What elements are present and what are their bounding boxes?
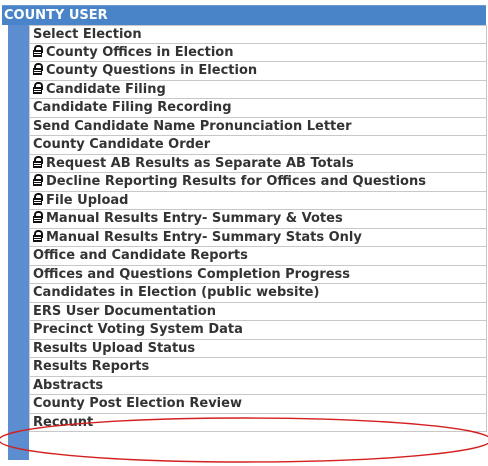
- header-title: COUNTY USER: [4, 8, 108, 23]
- menu-item-county-questions[interactable]: County Questions in Election: [29, 62, 487, 81]
- menu-item-select-election[interactable]: Select Election: [29, 25, 487, 44]
- lock-icon: [33, 155, 43, 168]
- menu-item-ers-documentation[interactable]: ERS User Documentation: [29, 302, 487, 321]
- lock-icon: [33, 44, 43, 57]
- menu-item-results-reports[interactable]: Results Reports: [29, 358, 487, 377]
- lock-icon: [33, 192, 43, 205]
- menu-item-file-upload[interactable]: File Upload: [29, 191, 487, 210]
- menu-item-completion-progress[interactable]: Offices and Questions Completion Progres…: [29, 265, 487, 284]
- county-user-panel: COUNTY USER Select Election County Offic…: [0, 0, 488, 463]
- menu-item-manual-entry-votes[interactable]: Manual Results Entry- Summary & Votes: [29, 210, 487, 229]
- menu-item-results-upload-status[interactable]: Results Upload Status: [29, 339, 487, 358]
- menu-item-decline-reporting[interactable]: Decline Reporting Results for Offices an…: [29, 173, 487, 192]
- menu-item-candidate-order[interactable]: County Candidate Order: [29, 136, 487, 155]
- menu-item-abstracts[interactable]: Abstracts: [29, 376, 487, 395]
- menu-item-precinct-voting-data[interactable]: Precinct Voting System Data: [29, 321, 487, 340]
- menu-item-post-election-review[interactable]: County Post Election Review: [29, 395, 487, 414]
- lock-icon: [33, 63, 43, 75]
- panel-header: COUNTY USER: [2, 5, 486, 25]
- menu-item-county-offices[interactable]: County Offices in Election: [29, 43, 487, 62]
- left-accent-bar: [8, 25, 29, 460]
- menu-item-request-ab-results[interactable]: Request AB Results as Separate AB Totals: [29, 154, 487, 173]
- menu-item-manual-entry-stats[interactable]: Manual Results Entry- Summary Stats Only: [29, 228, 487, 247]
- menu-item-candidates-public[interactable]: Candidates in Election (public website): [29, 284, 487, 303]
- menu-list: Select Election County Offices in Electi…: [29, 25, 487, 432]
- lock-icon: [33, 229, 43, 242]
- menu-item-candidate-filing[interactable]: Candidate Filing: [29, 80, 487, 99]
- menu-item-office-candidate-reports[interactable]: Office and Candidate Reports: [29, 247, 487, 266]
- menu-item-candidate-filing-recording[interactable]: Candidate Filing Recording: [29, 99, 487, 118]
- lock-icon: [33, 211, 43, 223]
- menu-item-pronunciation-letter[interactable]: Send Candidate Name Pronunciation Letter: [29, 117, 487, 136]
- menu-item-recount[interactable]: Recount: [29, 413, 487, 432]
- lock-icon: [33, 81, 43, 94]
- lock-icon: [33, 174, 43, 186]
